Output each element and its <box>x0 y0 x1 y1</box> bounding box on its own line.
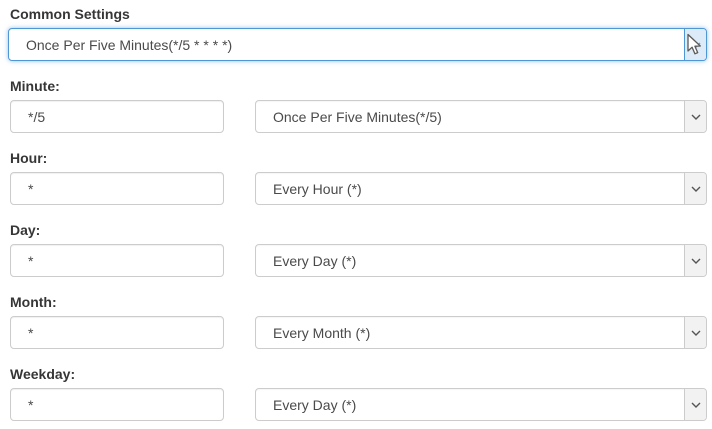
common-settings-select[interactable]: Once Per Five Minutes(*/5 * * * *) <box>8 28 707 61</box>
minute-selected-value: Once Per Five Minutes(*/5) <box>256 101 684 132</box>
month-input[interactable] <box>10 316 224 349</box>
minute-input[interactable] <box>10 100 224 133</box>
hour-label: Hour: <box>10 150 707 166</box>
day-input[interactable] <box>10 244 224 277</box>
hour-row: Every Hour (*) <box>10 172 707 205</box>
weekday-selected-value: Every Day (*) <box>256 389 684 420</box>
hour-selected-value: Every Hour (*) <box>256 173 684 204</box>
month-selected-value: Every Month (*) <box>256 317 684 348</box>
chevron-down-icon <box>691 258 701 264</box>
weekday-row: Every Day (*) <box>10 388 707 421</box>
day-dropdown-button[interactable] <box>684 245 706 276</box>
chevron-down-icon <box>691 114 701 120</box>
weekday-dropdown-button[interactable] <box>684 389 706 420</box>
day-row: Every Day (*) <box>10 244 707 277</box>
common-settings-dropdown-button[interactable] <box>684 29 706 60</box>
day-label: Day: <box>10 222 707 238</box>
weekday-select[interactable]: Every Day (*) <box>255 388 707 421</box>
hour-select[interactable]: Every Hour (*) <box>255 172 707 205</box>
day-selected-value: Every Day (*) <box>256 245 684 276</box>
chevron-down-icon <box>691 186 701 192</box>
month-row: Every Month (*) <box>10 316 707 349</box>
chevron-down-icon <box>691 402 701 408</box>
month-select[interactable]: Every Month (*) <box>255 316 707 349</box>
cron-job-settings-form: Common Settings Once Per Five Minutes(*/… <box>0 0 712 429</box>
weekday-input[interactable] <box>10 388 224 421</box>
day-select[interactable]: Every Day (*) <box>255 244 707 277</box>
common-settings-label: Common Settings <box>10 6 707 22</box>
month-label: Month: <box>10 294 707 310</box>
minute-row: Once Per Five Minutes(*/5) <box>10 100 707 133</box>
month-dropdown-button[interactable] <box>684 317 706 348</box>
chevron-down-icon <box>691 42 701 48</box>
hour-dropdown-button[interactable] <box>684 173 706 204</box>
minute-label: Minute: <box>10 78 707 94</box>
chevron-down-icon <box>691 330 701 336</box>
common-settings-selected-value: Once Per Five Minutes(*/5 * * * *) <box>9 29 684 60</box>
minute-select[interactable]: Once Per Five Minutes(*/5) <box>255 100 707 133</box>
weekday-label: Weekday: <box>10 366 707 382</box>
minute-dropdown-button[interactable] <box>684 101 706 132</box>
hour-input[interactable] <box>10 172 224 205</box>
